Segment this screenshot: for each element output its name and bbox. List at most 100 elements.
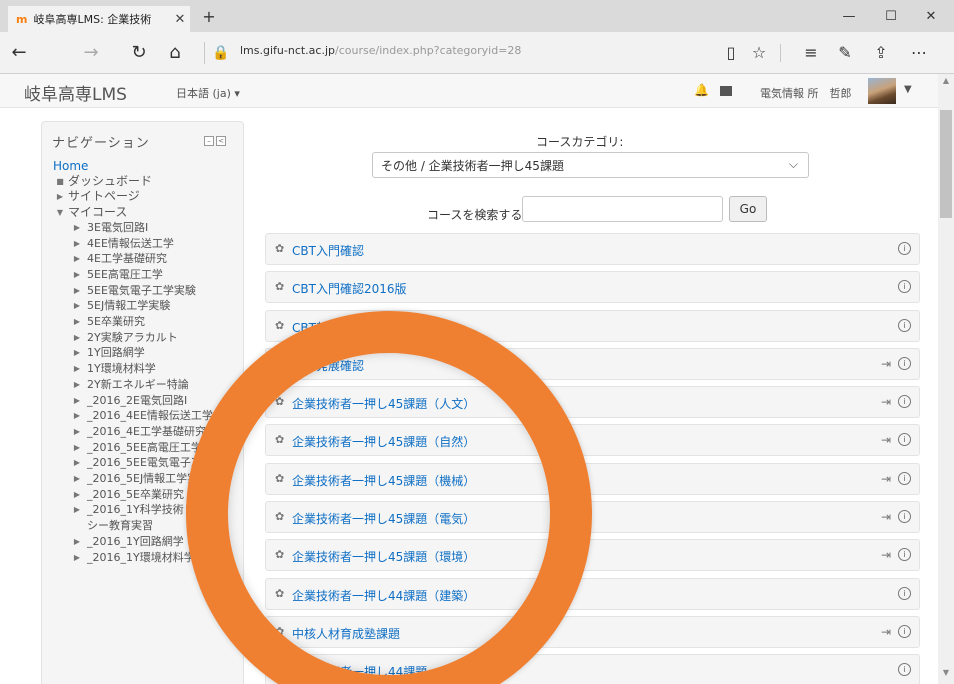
nav-bullet-icon: ■ [56,177,64,187]
avatar[interactable] [868,78,896,104]
nav-course-item[interactable]: ▶ 4EE情報伝送工学 [53,236,243,252]
messages-icon[interactable] [720,86,732,96]
nav-course-label: 5E卒業研究 [87,315,145,329]
forward-arrow-icon[interactable]: → [76,40,106,66]
browser-toolbar: ← → ↻ ⌂ 🔒 lms.gifu-nct.ac.jp/course/inde… [0,32,954,74]
page-info-icon[interactable]: 🔒 [212,42,230,64]
expand-arrow-icon: ▶ [73,458,81,468]
back-arrow-icon[interactable]: ← [4,40,34,66]
nav-course-label: 4EE情報伝送工学 [87,236,174,250]
go-button[interactable]: Go [729,196,767,222]
category-select[interactable]: その他 / 企業技術者一押し45課題 ⌵ [372,152,809,178]
address-field[interactable]: lms.gifu-nct.ac.jp/course/index.php?cate… [240,44,521,57]
nav-course-item[interactable]: ▶ 1Y環境材料学 [53,361,243,377]
minimize-button[interactable]: — [830,6,868,28]
self-enrol-icon[interactable]: ⇥ [881,510,891,524]
self-enrol-icon[interactable]: ⇥ [881,472,891,486]
expand-arrow-icon: ▶ [73,474,81,484]
nav-course-item[interactable]: ▶ _2016_2E電気回路I [53,393,243,409]
tab-close-button[interactable]: ✕ [170,12,190,27]
self-enrol-icon[interactable]: ⇥ [881,433,891,447]
collapse-block-icon[interactable]: – [204,136,214,146]
category-label: コースカテゴリ: [536,135,624,149]
nav-course-label: 5EE電気電子工学実験 [87,283,196,297]
expand-arrow-icon: ▶ [73,238,81,248]
notification-bell-icon[interactable]: 🔔 [694,83,709,97]
nav-top-item[interactable]: ■ ダッシュボード [53,174,243,189]
nav-course-item[interactable]: ▶ 4E工学基礎研究 [53,251,243,267]
course-info-icon[interactable]: i [898,318,911,332]
favorite-star-icon[interactable]: ☆ [744,40,774,66]
site-brand[interactable]: 岐阜高専LMS [24,80,127,105]
site-header: 岐阜高専LMS 日本語 (ja) ▾ 🔔 電気情報 所 哲郎 ▼ [0,74,938,108]
search-label: コースを検索する: [427,208,527,222]
course-info-icon[interactable]: i [898,510,911,524]
home-icon[interactable]: ⌂ [160,40,190,66]
maximize-button[interactable]: ☐ [872,6,910,28]
scrollbar-thumb[interactable] [940,110,952,218]
nav-course-item[interactable]: ▶ 3E電気回路I [53,220,243,236]
refresh-icon[interactable]: ↻ [124,40,154,66]
nav-course-label: 4E工学基礎研究 [87,252,167,266]
url-divider [204,42,205,64]
course-info-icon[interactable]: i [898,356,911,370]
course-info-icon[interactable]: i [898,433,911,447]
course-info-icon[interactable]: i [898,663,911,677]
course-info-icon[interactable]: i [898,624,911,638]
self-enrol-icon[interactable]: ⇥ [881,625,891,639]
course-info-icon[interactable]: i [898,395,911,409]
nav-course-label: _2016_4E工学基礎研究 [87,424,206,438]
user-menu-chevron-down-icon[interactable]: ▼ [904,84,912,95]
course-info-icon[interactable]: i [898,586,911,600]
course-info-icon[interactable]: i [898,242,911,255]
nav-top-item[interactable]: ▶ サイトページ [53,189,243,204]
expand-arrow-icon: ▶ [73,489,81,499]
scroll-down-icon[interactable]: ▼ [940,668,952,680]
nav-course-label: 1Y環境材料学 [87,362,156,376]
nav-course-label: 5EE高電圧工学 [87,267,163,281]
nav-course-item[interactable]: ▶ 2Y実験アラカルト [53,330,243,346]
expand-arrow-icon: ▶ [73,364,81,374]
chevron-down-icon: ⌵ [788,157,798,171]
nav-course-label: _2016_2E電気回路I [87,393,188,407]
scroll-up-icon[interactable]: ▲ [940,76,952,88]
nav-course-item[interactable]: ▶ 5E卒業研究 [53,314,243,330]
course-search-input[interactable] [522,196,723,222]
nav-course-item[interactable]: ▶ 5EJ情報工学実験 [53,298,243,314]
course-info-icon[interactable]: i [898,548,911,562]
language-menu[interactable]: 日本語 (ja) ▾ [176,85,240,101]
self-enrol-icon[interactable]: ⇥ [881,357,891,371]
course-link[interactable]: CBT入門確認 [292,242,364,259]
web-note-icon[interactable]: ✎ [830,40,860,66]
course-link[interactable]: CBT入門確認2016版 [292,280,406,297]
dock-block-icon[interactable]: < [216,136,226,146]
course-expand-icon[interactable]: ✿ [275,319,287,332]
nav-home-link[interactable]: Home [53,159,243,174]
course-row: ✿ CBT入門確認2016版 i [265,271,920,304]
nav-top-item[interactable]: ▼ マイコース [53,205,243,220]
expand-arrow-icon: ▶ [73,411,81,421]
nav-course-label: 3E電気回路I [87,220,149,234]
reading-view-icon[interactable]: ▯ [716,40,746,66]
course-expand-icon[interactable]: ✿ [275,243,287,255]
expand-arrow-icon: ▶ [73,505,81,515]
expand-arrow-icon: ▶ [73,222,81,232]
new-tab-button[interactable]: + [196,6,222,30]
window-close-button[interactable]: ✕ [912,6,950,28]
share-icon[interactable]: ⇪ [866,40,896,66]
course-expand-icon[interactable]: ✿ [275,281,287,293]
nav-course-item[interactable]: ▶ 5EE高電圧工学 [53,267,243,283]
user-name[interactable]: 電気情報 所 哲郎 [760,85,852,101]
more-options-icon[interactable]: ⋯ [904,40,934,66]
nav-course-label: _2016_5E卒業研究 [87,487,184,501]
browser-tab[interactable]: m 岐阜高専LMS: 企業技術 ✕ [8,6,190,32]
nav-course-item[interactable]: ▶ 2Y新エネルギー特論 [53,377,243,393]
expand-arrow-icon: ▶ [73,285,81,295]
self-enrol-icon[interactable]: ⇥ [881,395,891,409]
hub-icon[interactable]: ≡ [796,40,826,66]
course-info-icon[interactable]: i [898,471,911,485]
nav-course-item[interactable]: ▶ 5EE電気電子工学実験 [53,283,243,299]
nav-course-item[interactable]: ▶ 1Y回路網学 [53,345,243,361]
self-enrol-icon[interactable]: ⇥ [881,548,891,562]
course-info-icon[interactable]: i [898,280,911,294]
